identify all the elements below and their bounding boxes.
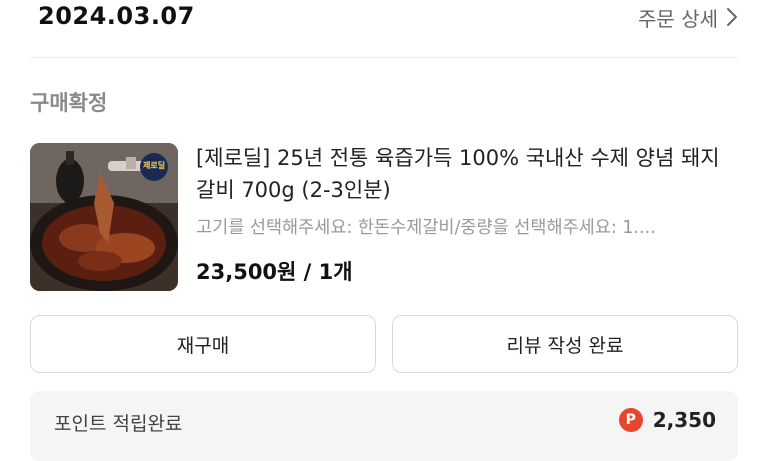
points-amount: P 2,350 bbox=[618, 408, 716, 432]
points-label: 포인트 적립완료 bbox=[54, 413, 183, 435]
order-detail-link[interactable]: 주문 상세 bbox=[638, 1, 738, 33]
points-summary: 포인트 적립완료 P 2,350 bbox=[30, 391, 738, 461]
order-date: 2024.03.07 bbox=[38, 2, 195, 30]
product-badge-text: 제로딜 bbox=[143, 161, 166, 170]
order-header: 2024.03.07 주문 상세 bbox=[0, 0, 768, 40]
point-coin-icon: P bbox=[618, 408, 643, 432]
order-detail-label: 주문 상세 bbox=[638, 6, 718, 31]
product-price: 23,500원 / 1개 bbox=[196, 260, 353, 284]
review-complete-button[interactable]: 리뷰 작성 완료 bbox=[392, 315, 738, 373]
rebuy-button[interactable]: 재구매 bbox=[30, 315, 376, 373]
chevron-right-icon bbox=[726, 7, 738, 27]
order-status: 구매확정 bbox=[30, 91, 108, 115]
points-value: 2,350 bbox=[652, 408, 716, 432]
product-thumbnail[interactable]: 제로딜 bbox=[30, 143, 178, 291]
product-option: 고기를 선택해주세요: 한돈수제갈비/중량을 선택해주세요: 1.... bbox=[196, 218, 656, 238]
product-name[interactable]: [제로딜] 25년 전통 육즙가득 100% 국내산 수제 양념 돼지 갈비 7… bbox=[196, 142, 726, 206]
header-divider bbox=[30, 57, 738, 58]
